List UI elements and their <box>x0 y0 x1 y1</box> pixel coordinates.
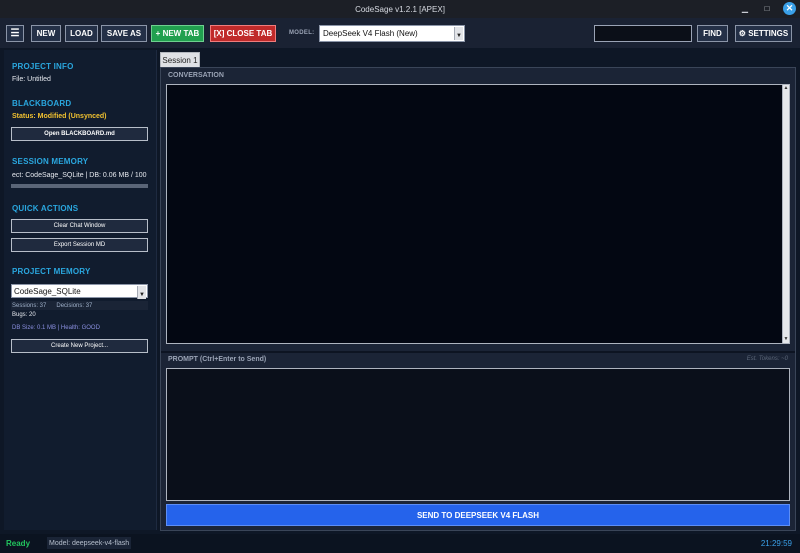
quick-actions-heading: QUICK ACTIONS <box>12 204 79 213</box>
blackboard-status: Status: Modified (Unsynced) <box>12 113 107 120</box>
scroll-up-icon[interactable]: ▲ <box>783 85 789 92</box>
prompt-input[interactable] <box>166 368 790 501</box>
load-button[interactable]: LOAD <box>65 25 98 42</box>
menu-icon[interactable]: ☰ <box>6 25 24 42</box>
session-memory-scroll-thumb[interactable] <box>11 184 148 188</box>
status-bar: Ready Model: deepseek-v4-flash 21:29:59 <box>0 534 800 553</box>
window-controls: ▁ □ ✕ <box>739 2 796 15</box>
prompt-label: PROMPT (Ctrl+Enter to Send) <box>168 356 267 363</box>
toolbar: ☰ NEW LOAD SAVE AS + NEW TAB [X] CLOSE T… <box>0 18 800 48</box>
status-clock: 21:29:59 <box>760 539 792 548</box>
decisions-count: Decisions: 37 <box>56 302 93 309</box>
token-estimate: Est. Tokens: ~0 <box>746 356 788 362</box>
close-window-icon[interactable]: ✕ <box>783 2 796 15</box>
session-memory-scrollbar[interactable] <box>11 184 148 188</box>
file-name-text: File: Untitled <box>12 76 51 83</box>
main-area: Session 1 CONVERSATION ▲ ▼ PROMPT (Ctrl+… <box>160 50 796 531</box>
open-blackboard-button[interactable]: Open BLACKBOARD.md <box>11 127 148 141</box>
pane-splitter[interactable] <box>161 351 795 353</box>
ready-status: Ready <box>6 539 31 548</box>
save-as-button[interactable]: SAVE AS <box>101 25 147 42</box>
tab-session-1[interactable]: Session 1 <box>160 52 200 67</box>
find-button[interactable]: FIND <box>697 25 728 42</box>
create-project-button[interactable]: Create New Project... <box>11 339 148 353</box>
sessions-count: Sessions: 37 <box>12 302 47 309</box>
new-tab-button[interactable]: + NEW TAB <box>151 25 204 42</box>
sidebar: PROJECT INFO File: Untitled BLACKBOARD S… <box>4 50 157 530</box>
export-session-button[interactable]: Export Session MD <box>11 238 148 252</box>
status-model: Model: deepseek-v4-flash <box>47 537 132 549</box>
blackboard-heading: BLACKBOARD <box>12 99 72 108</box>
bugs-count: Bugs: 20 <box>12 312 36 318</box>
send-button[interactable]: SEND TO DEEPSEEK V4 FLASH <box>166 504 790 526</box>
clear-chat-button[interactable]: Clear Chat Window <box>11 219 148 233</box>
project-info-heading: PROJECT INFO <box>12 62 74 71</box>
model-select[interactable]: DeepSeek V4 Flash (New) ▼ <box>319 25 465 42</box>
db-health-text: DB Size: 0.1 MB | Health: GOOD <box>12 325 100 331</box>
close-tab-button[interactable]: [X] CLOSE TAB <box>210 25 276 42</box>
session-memory-heading: SESSION MEMORY <box>12 157 89 166</box>
minimize-icon[interactable]: ▁ <box>739 2 751 15</box>
conversation-label: CONVERSATION <box>168 72 224 79</box>
search-input[interactable] <box>594 25 692 42</box>
model-select-value: DeepSeek V4 Flash (New) <box>323 29 418 38</box>
settings-button[interactable]: ⚙ SETTINGS <box>735 25 792 42</box>
dropdown-arrow-icon: ▼ <box>137 286 146 299</box>
new-button[interactable]: NEW <box>31 25 61 42</box>
title-bar: CodeSage v1.2.1 [APEX] ▁ □ ✕ <box>0 0 800 18</box>
scroll-down-icon[interactable]: ▼ <box>783 336 789 343</box>
model-label: MODEL: <box>289 30 315 36</box>
project-select-value: CodeSage_SQLite <box>14 286 81 296</box>
dropdown-arrow-icon: ▼ <box>454 27 463 40</box>
session-memory-text: ect: CodeSage_SQLite | DB: 0.06 MB / 100 <box>12 172 147 179</box>
project-stats-row: Sessions: 37 Decisions: 37 <box>11 301 148 310</box>
conversation-display[interactable]: ▲ ▼ <box>166 84 790 344</box>
session-panel: CONVERSATION ▲ ▼ PROMPT (Ctrl+Enter to S… <box>160 67 796 531</box>
maximize-icon[interactable]: □ <box>761 2 773 15</box>
window-title: CodeSage v1.2.1 [APEX] <box>355 4 445 14</box>
project-select[interactable]: CodeSage_SQLite ▼ <box>11 284 148 299</box>
conversation-scrollbar[interactable]: ▲ ▼ <box>782 85 789 343</box>
project-memory-heading: PROJECT MEMORY <box>12 267 91 276</box>
